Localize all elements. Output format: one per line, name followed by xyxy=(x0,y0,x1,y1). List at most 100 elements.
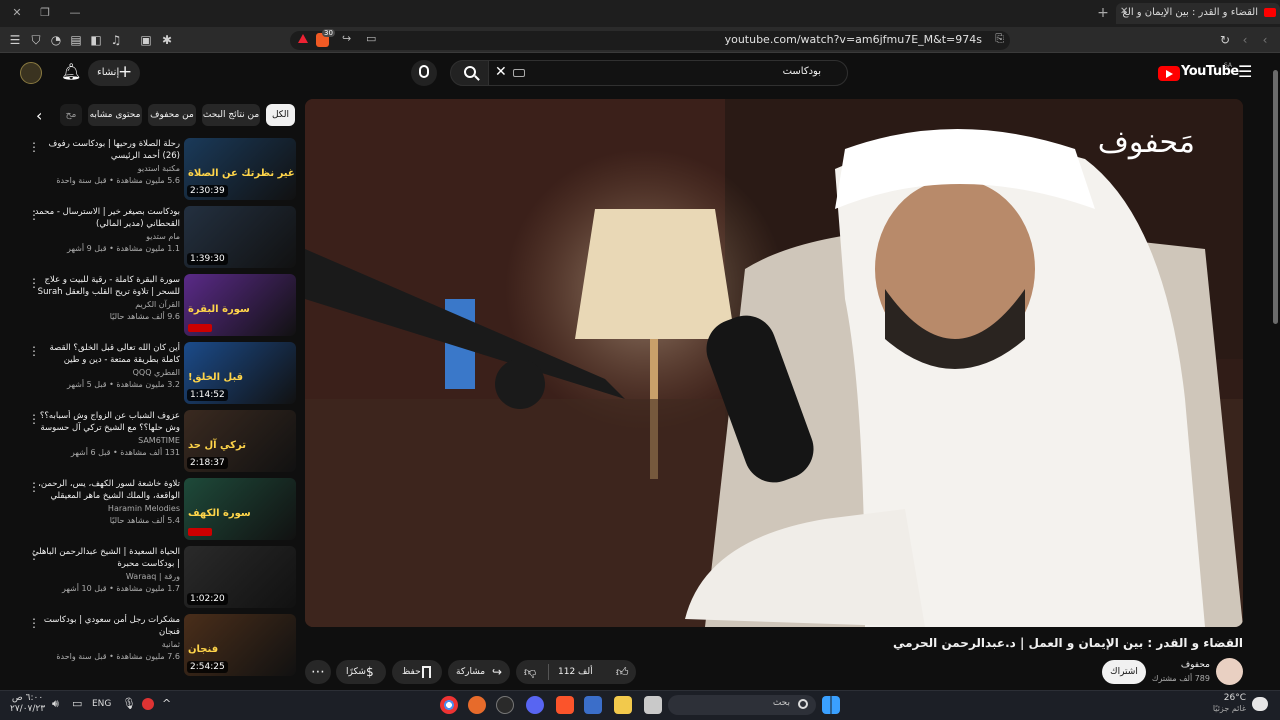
language-indicator[interactable]: ENG xyxy=(92,699,111,709)
minimize-window-icon[interactable]: — xyxy=(66,4,84,22)
related-video-item[interactable]: 1:02:20 الحياة السعيدة | الشيخ عبدالرحمن … xyxy=(22,546,296,610)
more-vert-icon[interactable]: ⋮ xyxy=(28,344,40,358)
thanks-button[interactable]: شكرًا $ xyxy=(336,660,386,684)
related-video-item[interactable]: قبل الخلق! 1:14:52 أين كان الله تعالى قبل … xyxy=(22,342,296,406)
video-item-title[interactable]: تلاوة خاشعة لسور الكهف، يس، الرحمن، الوا… xyxy=(30,478,180,502)
video-item-title[interactable]: أين كان الله تعالى قبل الخلق؟ القصة كامل… xyxy=(30,342,180,366)
cast-icon[interactable]: ▭ xyxy=(366,32,376,45)
app-dark-icon[interactable] xyxy=(496,696,514,714)
restore-window-icon[interactable]: ❐ xyxy=(36,4,54,22)
volume-icon[interactable]: 🔊︎ xyxy=(52,697,59,711)
video-thumbnail[interactable]: سورة البقرة xyxy=(184,274,296,336)
active-tab[interactable]: ✕ القضاء و القدر : بين الإيمان و الع xyxy=(1116,3,1280,24)
related-video-item[interactable]: تركي آل حد 2:18:37 عزوف الشباب عن الزواج و… xyxy=(22,410,296,474)
video-thumbnail[interactable]: قبل الخلق! 1:14:52 xyxy=(184,342,296,404)
voice-search-button[interactable] xyxy=(411,60,437,86)
chip-more[interactable]: مح xyxy=(60,104,82,126)
video-player[interactable]: مَحفوف xyxy=(305,99,1243,627)
related-video-item[interactable]: سورة البقرة سورة البقرة كاملة - رقية للبي… xyxy=(22,274,296,338)
notifications-bell-icon[interactable]: 🔔︎ xyxy=(61,62,81,82)
start-windows-icon[interactable] xyxy=(822,696,840,714)
chip-search-results[interactable]: من نتائج البحث xyxy=(202,104,260,126)
more-vert-icon[interactable]: ⋮ xyxy=(28,480,40,494)
keyboard-icon[interactable] xyxy=(513,69,525,77)
tray-app-icon[interactable] xyxy=(142,698,154,710)
chip-similar[interactable]: محتوى مشابه xyxy=(88,104,142,126)
video-item-channel[interactable]: مام ستديو xyxy=(30,230,180,243)
video-thumbnail[interactable]: فنجان 2:54:25 xyxy=(184,614,296,676)
create-button[interactable]: + إنشاء xyxy=(88,60,140,86)
chips-scroll-arrow-icon[interactable]: ‹ xyxy=(36,106,42,125)
video-item-channel[interactable]: ورقة | Waraaq xyxy=(30,570,180,583)
more-vert-icon[interactable]: ⋮ xyxy=(28,548,40,562)
video-item-channel[interactable]: مكتبة استديو xyxy=(30,162,180,175)
channel-avatar[interactable] xyxy=(1216,658,1243,685)
clock[interactable]: ٦:٠٠ ص ٢٧/٠٧/٢٣ xyxy=(10,693,45,715)
related-video-item[interactable]: غير نظرتك عن الصلاة 2:30:39 رحلة الصلاة ور… xyxy=(22,138,296,202)
more-vert-icon[interactable]: ⋮ xyxy=(28,276,40,290)
extensions-icon[interactable]: ✱ xyxy=(159,32,175,48)
forward-arrow-icon[interactable]: ‹ xyxy=(1257,32,1273,48)
mic-tray-icon[interactable]: 🎙︎ xyxy=(122,697,136,710)
account-avatar[interactable] xyxy=(20,62,42,84)
video-item-channel[interactable]: القرآن الكريم xyxy=(30,298,180,311)
brave-icon[interactable] xyxy=(556,696,574,714)
scrollbar-thumb[interactable] xyxy=(1273,70,1278,324)
guide-menu-icon[interactable]: ☰ xyxy=(1238,62,1252,81)
history-icon[interactable]: ◔ xyxy=(48,32,64,48)
discord-icon[interactable] xyxy=(526,696,544,714)
related-video-item[interactable]: 1:39:30 بودكاست بصيغر خير | الاسترسال - م… xyxy=(22,206,296,270)
weather-temp[interactable]: 26°C xyxy=(1216,693,1246,703)
brave-rewards-icon[interactable] xyxy=(298,34,308,43)
chip-from-channel[interactable]: من محفوف xyxy=(148,104,196,126)
video-item-title[interactable]: بودكاست بصيغر خير | الاسترسال - محمد الق… xyxy=(30,206,180,230)
video-item-channel[interactable]: SAM6TIME xyxy=(30,434,180,447)
more-vert-icon[interactable]: ⋮ xyxy=(28,140,40,154)
more-vert-icon[interactable]: ⋮ xyxy=(28,616,40,630)
reload-icon[interactable]: ↻ xyxy=(1217,32,1233,48)
more-vert-icon[interactable]: ⋮ xyxy=(28,208,40,222)
new-tab-icon[interactable]: + xyxy=(1094,4,1112,22)
shield-icon[interactable]: ⛉ xyxy=(28,32,44,48)
network-icon[interactable]: ▭ xyxy=(72,697,82,710)
search-button[interactable] xyxy=(450,60,490,86)
task-view-icon[interactable] xyxy=(644,696,662,714)
video-item-title[interactable]: مشكرات رجل أمن سعودي | بودكاست فنجان xyxy=(30,614,180,638)
subscribe-button[interactable]: اشتراك xyxy=(1102,660,1146,684)
screenshot-icon[interactable]: ▣ xyxy=(138,32,154,48)
like-icon[interactable]: 👍︎ xyxy=(616,660,629,684)
file-explorer-icon[interactable] xyxy=(614,696,632,714)
video-item-title[interactable]: الحياة السعيدة | الشيخ عبدالرحمن الباهلي… xyxy=(30,546,180,570)
store-icon[interactable] xyxy=(584,696,602,714)
address-bar[interactable]: 30 ↪ ▭ youtube.com/watch?v=am6jfmu7E_M&t… xyxy=(290,29,1010,50)
video-thumbnail[interactable]: غير نظرتك عن الصلاة 2:30:39 xyxy=(184,138,296,200)
tab-close-icon[interactable]: ✕ xyxy=(1120,6,1128,17)
chrome-icon[interactable] xyxy=(440,696,458,714)
related-video-item[interactable]: سورة الكهف تلاوة خاشعة لسور الكهف، يس، ال… xyxy=(22,478,296,542)
dislike-icon[interactable]: 👎︎ xyxy=(524,660,536,684)
share-button[interactable]: مشاركة ↪ xyxy=(448,660,510,684)
video-item-channel[interactable]: Haramin Melodies xyxy=(30,502,180,515)
back-arrow-icon[interactable]: ‹ xyxy=(1237,32,1253,48)
related-video-item[interactable]: فنجان 2:54:25 مشكرات رجل أمن سعودي | بودكا… xyxy=(22,614,296,678)
video-item-channel[interactable]: الفطري QQQ xyxy=(30,366,180,379)
video-thumbnail[interactable]: تركي آل حد 2:18:37 xyxy=(184,410,296,472)
channel-name[interactable]: محفوف xyxy=(1150,660,1210,670)
video-thumbnail[interactable]: سورة الكهف xyxy=(184,478,296,540)
bookmark-icon[interactable]: ⎘ xyxy=(995,32,1004,46)
youtube-logo-icon[interactable] xyxy=(1158,66,1180,81)
video-item-title[interactable]: عزوف الشباب عن الزواج وش أسبابه؟؟ وش حله… xyxy=(30,410,180,434)
music-icon[interactable]: ♫ xyxy=(108,32,124,48)
taskbar-search[interactable]: بحث xyxy=(668,695,816,715)
video-thumbnail[interactable]: 1:39:30 xyxy=(184,206,296,268)
video-item-title[interactable]: سورة البقرة كاملة - رقية للبيت و علاج لل… xyxy=(30,274,180,298)
chip-all[interactable]: الكل xyxy=(266,104,295,126)
save-button[interactable]: حفظ xyxy=(392,660,442,684)
more-vert-icon[interactable]: ⋮ xyxy=(28,412,40,426)
clear-search-icon[interactable]: ✕ xyxy=(495,64,507,80)
video-item-title[interactable]: رحلة الصلاة ورحيها | بودكاست رفوف (26) أ… xyxy=(30,138,180,162)
close-window-icon[interactable]: ✕ xyxy=(8,4,26,22)
more-actions-icon[interactable]: ⋯ xyxy=(305,660,331,684)
video-item-channel[interactable]: ثمانية xyxy=(30,638,180,651)
menu-icon[interactable]: ☰ xyxy=(7,32,23,48)
